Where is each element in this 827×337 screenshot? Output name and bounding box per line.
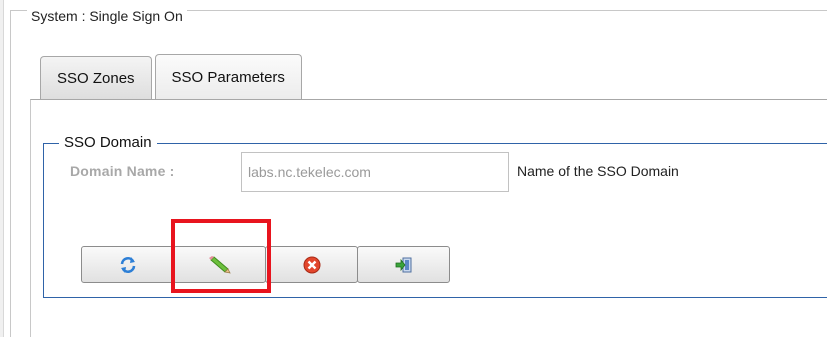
cancel-icon: [302, 255, 322, 275]
export-button[interactable]: [357, 246, 450, 283]
tab-strip: SSO Zones SSO Parameters: [40, 54, 305, 99]
edit-button[interactable]: [173, 246, 266, 283]
refresh-icon: [118, 255, 138, 275]
cancel-button[interactable]: [265, 246, 358, 283]
export-icon: [394, 255, 414, 275]
pencil-icon: [208, 255, 231, 274]
tab-sso-zones[interactable]: SSO Zones: [40, 56, 152, 99]
sso-page: System : Single Sign On SSO Zones SSO Pa…: [0, 0, 827, 337]
tab-sso-parameters[interactable]: SSO Parameters: [154, 54, 302, 99]
toolbar: [81, 246, 450, 283]
left-edge: [0, 0, 4, 337]
refresh-button[interactable]: [81, 246, 174, 283]
domain-name-input[interactable]: [241, 152, 509, 192]
domain-name-hint: Name of the SSO Domain: [517, 163, 679, 179]
domain-name-label: Domain Name :: [70, 163, 175, 179]
sso-domain-legend: SSO Domain: [59, 134, 157, 151]
system-sso-group-title: System : Single Sign On: [27, 8, 187, 24]
